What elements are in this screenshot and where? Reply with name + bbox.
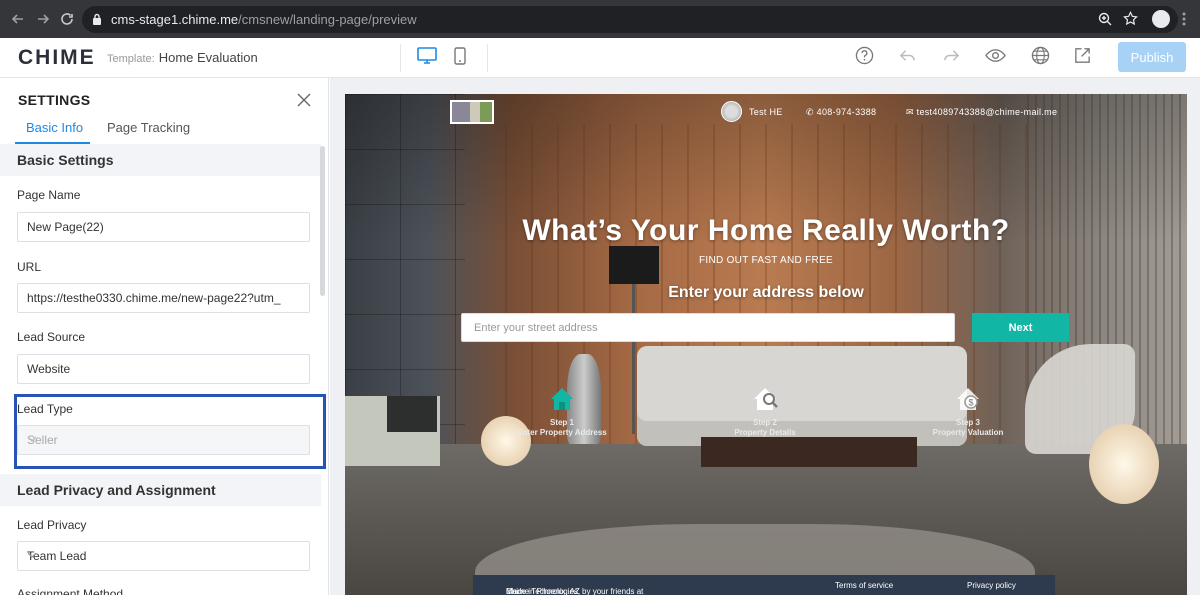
- step-2: Step 2 Property Details: [695, 384, 835, 438]
- url-text: cms-stage1.chime.me/cmsnew/landing-page/…: [111, 12, 417, 27]
- agent-avatar: [721, 101, 742, 122]
- phone-icon: ✆: [806, 107, 817, 117]
- house-dollar-icon: $: [953, 384, 983, 414]
- landing-page-preview: Test HE ✆ 408-974-3388 ✉ test4089743388@…: [345, 94, 1187, 595]
- chime-logo: CHIME: [18, 46, 96, 69]
- globe-icon[interactable]: [1031, 46, 1050, 65]
- bookmark-star-icon[interactable]: [1123, 11, 1138, 26]
- chevron-down-icon: [27, 552, 300, 558]
- email-icon: ✉: [906, 107, 917, 117]
- site-logo-image[interactable]: [450, 100, 494, 124]
- page-name-label: Page Name: [17, 188, 81, 202]
- svg-text:$: $: [969, 398, 974, 408]
- next-button[interactable]: Next: [972, 313, 1069, 342]
- settings-title: SETTINGS: [18, 92, 91, 108]
- app-header: CHIME Template: Home Evaluation Publish: [0, 38, 1200, 78]
- basic-settings-header: Basic Settings: [0, 144, 321, 176]
- email-contact[interactable]: ✉ test4089743388@chime-mail.me: [906, 107, 1057, 118]
- divider: [400, 44, 401, 72]
- profile-avatar-icon[interactable]: [1152, 10, 1170, 28]
- address-bar[interactable]: cms-stage1.chime.me/cmsnew/landing-page/…: [82, 6, 1178, 33]
- tab-basic-info[interactable]: Basic Info: [26, 120, 83, 135]
- panel-scrollbar[interactable]: [320, 146, 325, 296]
- background-lamp-pole: [632, 284, 635, 434]
- tab-page-tracking[interactable]: Page Tracking: [107, 120, 190, 135]
- site-header: Test HE ✆ 408-974-3388 ✉ test4089743388@…: [345, 94, 1187, 130]
- publish-button[interactable]: Publish: [1118, 42, 1186, 72]
- house-search-icon: [750, 384, 780, 414]
- settings-tabs: Basic Info Page Tracking: [0, 118, 328, 144]
- agent-name: Test HE: [749, 107, 783, 117]
- background-lamp-glow: [1089, 424, 1159, 504]
- site-footer: Made in Phoenix, AZ by your friends at C…: [473, 575, 1055, 595]
- background-shelf-dark: [387, 396, 437, 432]
- divider: [487, 44, 488, 72]
- desktop-view-icon[interactable]: [417, 47, 437, 65]
- lead-source-label: Lead Source: [17, 330, 86, 344]
- share-icon[interactable]: [1073, 46, 1092, 65]
- settings-panel: SETTINGS Basic Info Page Tracking Basic …: [0, 78, 329, 595]
- url-input[interactable]: https://testhe0330.chime.me/new-page22?u…: [17, 283, 310, 313]
- redo-icon[interactable]: [942, 46, 961, 65]
- phone-contact[interactable]: ✆ 408-974-3388: [806, 107, 876, 118]
- reload-icon[interactable]: [59, 11, 75, 27]
- preview-eye-icon[interactable]: [985, 46, 1006, 65]
- privacy-link[interactable]: Privacy policy: [967, 581, 1016, 590]
- address-input[interactable]: Enter your street address: [461, 313, 955, 342]
- lead-privacy-header: Lead Privacy and Assignment: [0, 474, 321, 506]
- close-icon[interactable]: [296, 92, 312, 108]
- terms-link[interactable]: Terms of service: [835, 581, 893, 590]
- lead-privacy-select[interactable]: Team Lead: [17, 541, 310, 571]
- lead-privacy-label: Lead Privacy: [17, 518, 87, 532]
- browser-toolbar: cms-stage1.chime.me/cmsnew/landing-page/…: [0, 0, 1200, 38]
- template-info: Template: Home Evaluation: [107, 50, 258, 65]
- step-1: Step 1 Enter Property Address: [492, 384, 632, 438]
- lead-type-highlight-box: [14, 394, 326, 469]
- browser-menu-icon[interactable]: [1182, 11, 1186, 27]
- template-name: Home Evaluation: [158, 50, 258, 65]
- hero-title: What’s Your Home Really Worth?: [522, 214, 1010, 247]
- lock-icon: [92, 13, 102, 25]
- help-icon[interactable]: [855, 46, 874, 65]
- undo-icon[interactable]: [898, 46, 917, 65]
- background-coffee-table: [701, 437, 917, 467]
- zoom-icon[interactable]: [1098, 12, 1112, 26]
- back-icon[interactable]: [10, 11, 26, 27]
- hero-subtitle: FIND OUT FAST AND FREE: [698, 255, 834, 266]
- hero-cta-text: Enter your address below: [668, 284, 864, 301]
- mobile-view-icon[interactable]: [454, 47, 466, 65]
- step-3: $ Step 3 Property Valuation: [898, 384, 1038, 438]
- page-name-input[interactable]: New Page(22): [17, 212, 310, 242]
- url-label: URL: [17, 260, 42, 274]
- forward-icon[interactable]: [35, 11, 51, 27]
- assignment-method-label: Assignment Method: [17, 587, 124, 595]
- house-icon: [547, 384, 577, 414]
- lead-source-input[interactable]: Website: [17, 354, 310, 384]
